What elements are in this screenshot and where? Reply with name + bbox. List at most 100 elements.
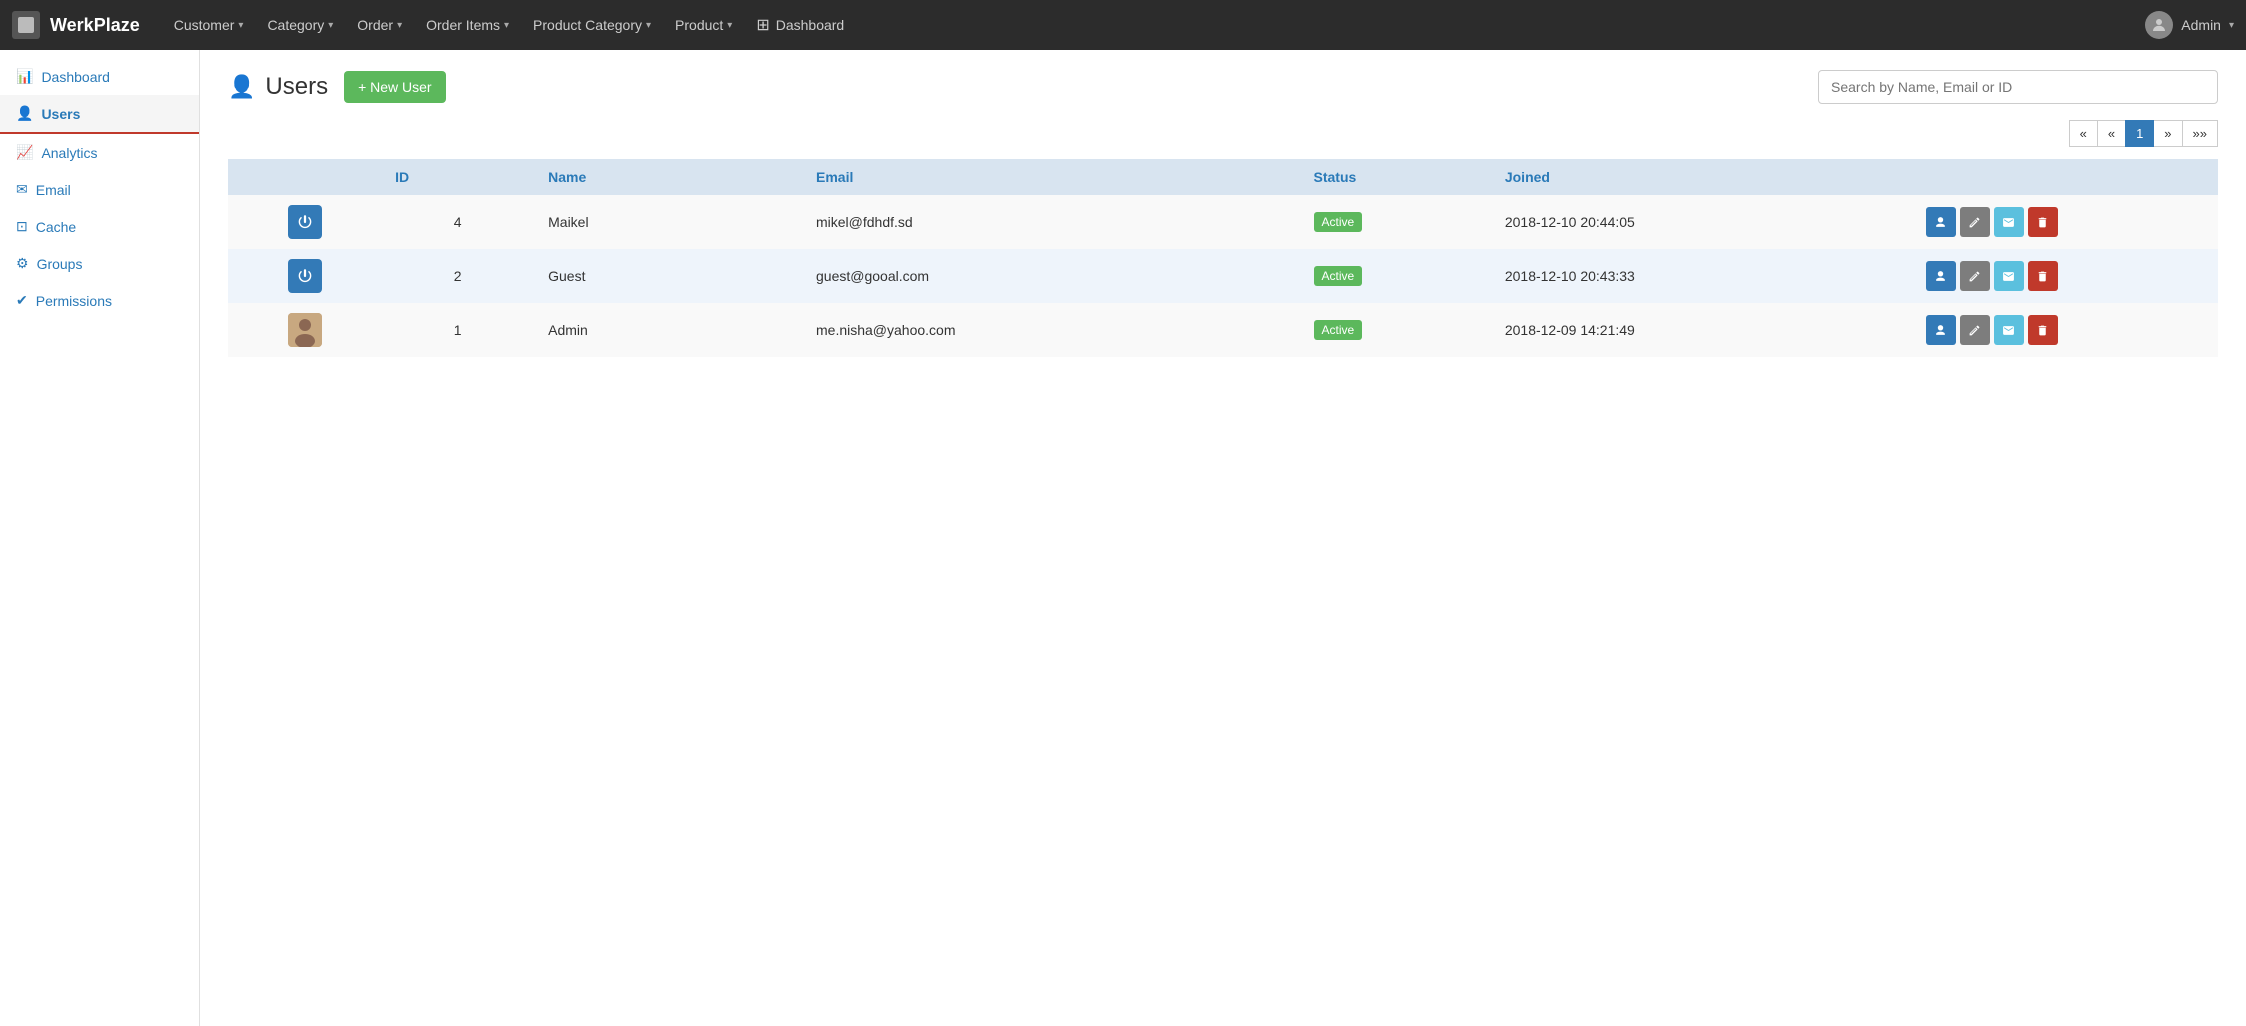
main-content: 👤 Users + New User « « 1 » »» ID Name (200, 50, 2246, 1026)
user-joined: 2018-12-09 14:21:49 (1491, 303, 1912, 357)
nav-order[interactable]: Order ▾ (347, 11, 412, 39)
sidebar: 📊 Dashboard 👤 Users 📈 Analytics ✉ Email … (0, 50, 200, 1026)
pagination-last[interactable]: »» (2182, 120, 2218, 147)
user-actions (1912, 249, 2218, 303)
analytics-icon: 📈 (16, 144, 33, 161)
user-status: Active (1300, 195, 1491, 249)
action-buttons (1926, 315, 2204, 345)
status-badge: Active (1314, 212, 1363, 232)
page-title: Users (265, 73, 328, 101)
brand-name: WerkPlaze (50, 15, 140, 36)
user-joined: 2018-12-10 20:44:05 (1491, 195, 1912, 249)
nav-dashboard[interactable]: ⊞ Dashboard (746, 9, 854, 41)
edit-user-button[interactable] (1960, 261, 1990, 291)
sidebar-item-users[interactable]: 👤 Users (0, 95, 199, 134)
action-buttons (1926, 261, 2204, 291)
status-badge: Active (1314, 320, 1363, 340)
user-avatar-cell (228, 249, 381, 303)
user-avatar-cell (228, 303, 381, 357)
table-row: 1Adminme.nisha@yahoo.com Active 2018-12-09… (228, 303, 2218, 357)
nav-category[interactable]: Category ▾ (257, 11, 343, 39)
col-header-name: Name (534, 159, 802, 195)
sidebar-item-analytics[interactable]: 📈 Analytics (0, 134, 199, 171)
view-user-button[interactable] (1926, 207, 1956, 237)
layout: 📊 Dashboard 👤 Users 📈 Analytics ✉ Email … (0, 50, 2246, 1026)
search-input[interactable] (1818, 70, 2218, 104)
user-id: 2 (381, 249, 534, 303)
users-icon: 👤 (16, 105, 33, 122)
user-avatar-img (288, 313, 322, 347)
user-avatar-cell (228, 195, 381, 249)
delete-user-button[interactable] (2028, 207, 2058, 237)
col-header-id: ID (381, 159, 534, 195)
delete-user-button[interactable] (2028, 315, 2058, 345)
search-wrap (1818, 70, 2218, 104)
status-badge: Active (1314, 266, 1363, 286)
chevron-down-icon: ▾ (328, 20, 333, 31)
nav-product-category[interactable]: Product Category ▾ (523, 11, 661, 39)
view-user-button[interactable] (1926, 315, 1956, 345)
chart-icon: 📊 (16, 68, 33, 85)
nav-customer[interactable]: Customer ▾ (164, 11, 254, 39)
chevron-down-icon: ▾ (504, 20, 509, 31)
user-actions (1912, 195, 2218, 249)
chevron-down-icon: ▾ (238, 20, 243, 31)
sidebar-item-permissions[interactable]: ✔ Permissions (0, 282, 199, 319)
user-email: mikel@fdhdf.sd (802, 195, 1300, 249)
permissions-icon: ✔ (16, 292, 28, 309)
table-header-row: ID Name Email Status Joined (228, 159, 2218, 195)
user-power-icon (288, 205, 322, 239)
pagination-prev[interactable]: « (2097, 120, 2126, 147)
edit-user-button[interactable] (1960, 315, 1990, 345)
col-header-avatar (228, 159, 381, 195)
sidebar-item-cache[interactable]: ⊡ Cache (0, 208, 199, 245)
edit-user-button[interactable] (1960, 207, 1990, 237)
user-icon: 👤 (228, 74, 255, 100)
table-row: 4Maikelmikel@fdhdf.sd Active 2018-12-10 20… (228, 195, 2218, 249)
pagination-first[interactable]: « (2069, 120, 2098, 147)
user-id: 4 (381, 195, 534, 249)
pagination-next[interactable]: » (2153, 120, 2182, 147)
email-user-button[interactable] (1994, 261, 2024, 291)
pagination-current[interactable]: 1 (2125, 120, 2154, 147)
table-row: 2Guestguest@gooal.com Active 2018-12-10 20… (228, 249, 2218, 303)
user-name: Admin (534, 303, 802, 357)
col-header-status: Status (1300, 159, 1491, 195)
view-user-button[interactable] (1926, 261, 1956, 291)
user-joined: 2018-12-10 20:43:33 (1491, 249, 1912, 303)
chevron-down-icon: ▾ (397, 20, 402, 31)
user-status: Active (1300, 249, 1491, 303)
pagination: « « 1 » »» (228, 120, 2218, 147)
user-email: guest@gooal.com (802, 249, 1300, 303)
delete-user-button[interactable] (2028, 261, 2058, 291)
page-header: 👤 Users + New User (228, 70, 2218, 104)
users-table: ID Name Email Status Joined 4Maikelmikel… (228, 159, 2218, 357)
user-email: me.nisha@yahoo.com (802, 303, 1300, 357)
user-name: Guest (534, 249, 802, 303)
chevron-down-icon: ▾ (2229, 20, 2234, 31)
action-buttons (1926, 207, 2204, 237)
nav-order-items[interactable]: Order Items ▾ (416, 11, 519, 39)
col-header-joined: Joined (1491, 159, 1912, 195)
user-id: 1 (381, 303, 534, 357)
dashboard-icon: ⊞ (756, 15, 769, 35)
chevron-down-icon: ▾ (646, 20, 651, 31)
logo[interactable] (12, 11, 40, 39)
sidebar-item-email[interactable]: ✉ Email (0, 171, 199, 208)
cache-icon: ⊡ (16, 218, 28, 235)
sidebar-item-groups[interactable]: ⚙ Groups (0, 245, 199, 282)
top-nav: WerkPlaze Customer ▾ Category ▾ Order ▾ … (0, 0, 2246, 50)
sidebar-item-dashboard[interactable]: 📊 Dashboard (0, 58, 199, 95)
user-name: Maikel (534, 195, 802, 249)
col-header-actions (1912, 159, 2218, 195)
email-user-button[interactable] (1994, 207, 2024, 237)
col-header-email: Email (802, 159, 1300, 195)
avatar (2145, 11, 2173, 39)
admin-menu[interactable]: Admin ▾ (2145, 11, 2234, 39)
page-title-wrap: 👤 Users (228, 73, 328, 101)
nav-product[interactable]: Product ▾ (665, 11, 742, 39)
email-user-button[interactable] (1994, 315, 2024, 345)
email-icon: ✉ (16, 181, 28, 198)
user-status: Active (1300, 303, 1491, 357)
new-user-button[interactable]: + New User (344, 71, 446, 103)
